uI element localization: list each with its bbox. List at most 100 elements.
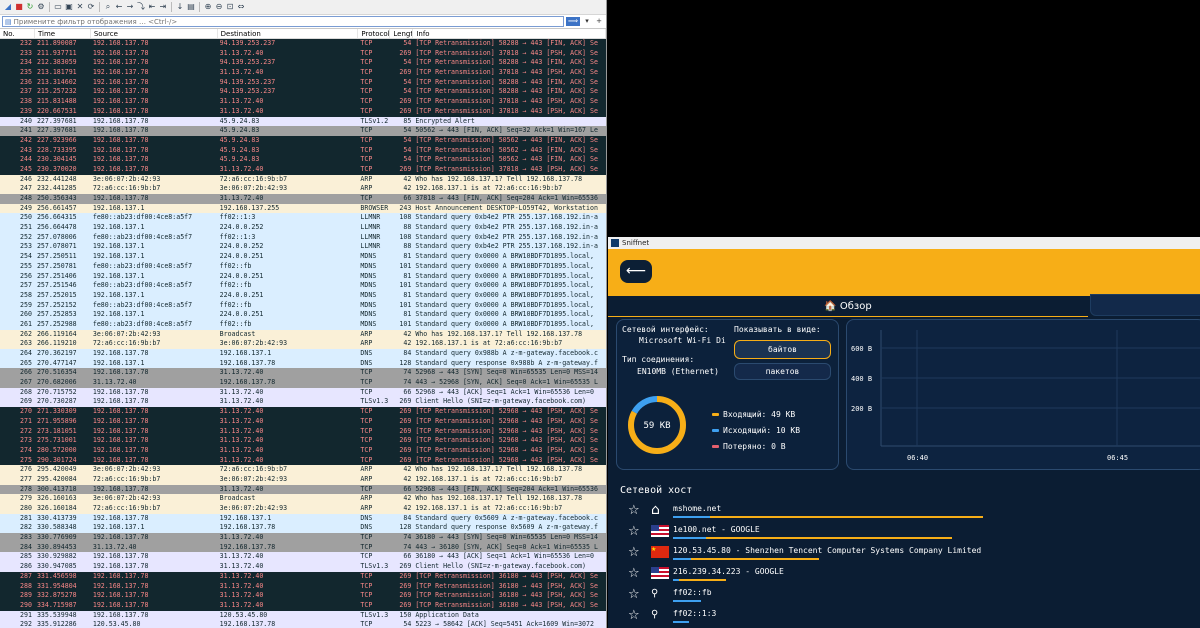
favorite-star-icon[interactable]: ☆	[628, 566, 640, 581]
stop-icon[interactable]: ■	[14, 2, 24, 12]
colorize-icon[interactable]: ▤	[186, 2, 196, 12]
zoom-in-icon[interactable]: ⊕	[203, 2, 213, 12]
packet-row[interactable]: 271 271.955896 192.168.137.78 31.13.72.40 TC…	[0, 416, 606, 427]
packet-row[interactable]: 274 280.572000 192.168.137.78 31.13.72.40 TC…	[0, 445, 606, 456]
packet-row[interactable]: 259 257.252152 fe80::ab23:df00:4ce8:a5f7 ff…	[0, 300, 606, 311]
packet-row[interactable]: 281 330.413739 192.168.137.78 192.168.137.1…	[0, 513, 606, 524]
display-filter-input[interactable]	[13, 17, 563, 26]
packet-row[interactable]: 258 257.252015 192.168.137.1 224.0.0.251 MDN…	[0, 290, 606, 301]
open-folder-icon[interactable]: ▭	[53, 2, 63, 12]
tab-overview[interactable]: 🏠 Обзор	[608, 296, 1088, 317]
packet-row[interactable]: 266 270.516354 192.168.137.78 31.13.72.40 TC…	[0, 368, 606, 379]
packet-row[interactable]: 253 257.078071 192.168.137.1 224.0.0.252 LLM…	[0, 242, 606, 253]
restart-icon[interactable]: ↻	[25, 2, 35, 12]
packet-row[interactable]: 241 227.397681 192.168.137.78 45.9.24.83 TCP…	[0, 126, 606, 136]
packet-row[interactable]: 280 326.160184 72:a6:cc:16:9b:b7 3e:06:07:2…	[0, 504, 606, 514]
packet-row[interactable]: 238 215.831488 192.168.137.78 31.13.72.40 TC…	[0, 97, 606, 107]
packet-row[interactable]: 287 331.456598 192.168.137.78 31.13.72.40 TC…	[0, 571, 606, 582]
favorite-star-icon[interactable]: ☆	[628, 545, 640, 560]
packet-row[interactable]: 240 227.397681 192.168.137.78 45.9.24.83 TLS…	[0, 116, 606, 127]
packet-row[interactable]: 288 331.954804 192.168.137.78 31.13.72.40 TC…	[0, 581, 606, 592]
host-row[interactable]: ☆ 216.239.34.223 - GOOGLE	[628, 564, 1198, 584]
packet-row[interactable]: 270 271.330309 192.168.137.78 31.13.72.40 TC…	[0, 407, 606, 417]
host-row[interactable]: ☆ ⚲ ff02::1:3	[628, 606, 1198, 626]
packet-row[interactable]: 268 270.715752 192.168.137.78 31.13.72.40 TC…	[0, 387, 606, 398]
find-icon[interactable]: ⌕	[103, 2, 113, 12]
save-icon[interactable]: ▣	[64, 2, 74, 12]
column-header-protocol[interactable]: Protocol	[358, 29, 391, 38]
packet-row[interactable]: 276 295.420049 3e:06:07:2b:42:93 72:a6:cc:1…	[0, 465, 606, 475]
apply-filter-button[interactable]: ⟹	[566, 17, 580, 26]
packet-row[interactable]: 239 220.667531 192.168.137.78 31.13.72.40 TC…	[0, 106, 606, 117]
shark-fin-start-icon[interactable]: ◢	[3, 2, 13, 12]
packet-row[interactable]: 247 232.441285 72:a6:cc:16:9b:b7 3e:06:07:2…	[0, 184, 606, 194]
packet-row[interactable]: 242 227.923966 192.168.137.78 45.9.24.83 TCP…	[0, 135, 606, 146]
packet-row[interactable]: 254 257.250511 192.168.137.1 224.0.0.251 MDN…	[0, 252, 606, 262]
column-header-destination[interactable]: Destination	[218, 29, 359, 38]
close-file-icon[interactable]: ✕	[75, 2, 85, 12]
packet-row[interactable]: 286 330.947085 192.168.137.78 31.13.72.40 TL…	[0, 562, 606, 572]
packet-row[interactable]: 265 270.477147 192.168.137.1 192.168.137.78…	[0, 358, 606, 369]
column-header-source[interactable]: Source	[91, 29, 218, 38]
packet-row[interactable]: 278 300.413718 192.168.137.78 31.13.72.40 TC…	[0, 484, 606, 495]
host-row[interactable]: ☆ ⌂ mshome.net	[628, 501, 1198, 521]
packet-row[interactable]: 282 330.588348 192.168.137.1 192.168.137.78…	[0, 523, 606, 534]
packet-row[interactable]: 236 213.314602 192.168.137.78 94.139.253.23…	[0, 77, 606, 88]
packet-row[interactable]: 235 213.181791 192.168.137.78 31.13.72.40 TC…	[0, 68, 606, 78]
packet-row[interactable]: 244 230.304145 192.168.137.78 45.9.24.83 TCP…	[0, 155, 606, 165]
packet-row[interactable]: 261 257.252988 fe80::ab23:df00:4ce8:a5f7 ff…	[0, 319, 606, 330]
favorite-star-icon[interactable]: ☆	[628, 503, 640, 518]
display-filter-field[interactable]: ▤	[2, 16, 564, 27]
back-icon[interactable]: ←	[114, 2, 124, 12]
packet-row[interactable]: 232 211.890087 192.168.137.78 94.139.253.23…	[0, 39, 606, 49]
packet-row[interactable]: 279 326.160163 3e:06:07:2b:42:93 Broadcast A…	[0, 494, 606, 504]
packet-row[interactable]: 256 257.251406 192.168.137.1 224.0.0.251 MDN…	[0, 271, 606, 282]
column-header-time[interactable]: Time	[35, 29, 91, 38]
autoscroll-icon[interactable]: ↓	[175, 2, 185, 12]
back-button[interactable]: ⟵	[620, 260, 652, 283]
tab-secondary[interactable]	[1090, 294, 1200, 316]
packet-row[interactable]: 291 335.539948 192.168.137.78 120.53.45.80 T…	[0, 610, 606, 621]
column-header-length[interactable]: Lengtl	[390, 29, 414, 38]
show-packets-button[interactable]: пакетов	[734, 363, 831, 380]
packet-row[interactable]: 250 256.664315 fe80::ab23:df00:4ce8:a5f7 ff…	[0, 213, 606, 224]
bookmark-icon[interactable]: ▤	[5, 18, 12, 26]
packet-row[interactable]: 252 257.078006 fe80::ab23:df00:4ce8:a5f7 ff…	[0, 232, 606, 243]
filter-history-dropdown[interactable]: ▾	[582, 17, 592, 26]
packet-row[interactable]: 264 270.362197 192.168.137.78 192.168.137.1…	[0, 349, 606, 359]
go-to-packet-icon[interactable]: ⤵	[136, 2, 146, 12]
packet-row[interactable]: 277 295.420084 72:a6:cc:16:9b:b7 3e:06:07:2…	[0, 474, 606, 485]
packet-row[interactable]: 255 257.250781 fe80::ab23:df00:4ce8:a5f7 ff…	[0, 261, 606, 272]
packet-row[interactable]: 272 273.181051 192.168.137.78 31.13.72.40 TC…	[0, 426, 606, 437]
packet-row[interactable]: 269 270.730287 192.168.137.78 31.13.72.40 TL…	[0, 397, 606, 408]
column-header-no[interactable]: No.	[0, 29, 35, 38]
packet-row[interactable]: 267 270.682006 31.13.72.40 192.168.137.78 TC…	[0, 378, 606, 388]
packet-row[interactable]: 263 266.119210 72:a6:cc:16:9b:b7 3e:06:07:2…	[0, 339, 606, 349]
packet-row[interactable]: 257 257.251546 fe80::ab23:df00:4ce8:a5f7 ff…	[0, 281, 606, 291]
normal-size-icon[interactable]: ⊡	[225, 2, 235, 12]
packet-row[interactable]: 292 335.912286 120.53.45.80 192.168.137.78 T…	[0, 620, 606, 628]
zoom-out-icon[interactable]: ⊖	[214, 2, 224, 12]
favorite-star-icon[interactable]: ☆	[628, 608, 640, 623]
packet-row[interactable]: 290 334.715987 192.168.137.78 31.13.72.40 TC…	[0, 600, 606, 611]
column-header-info[interactable]: Info	[413, 29, 606, 38]
packet-row[interactable]: 243 228.733395 192.168.137.78 45.9.24.83 TCP…	[0, 145, 606, 156]
packet-row[interactable]: 273 275.731001 192.168.137.78 31.13.72.40 TC…	[0, 436, 606, 446]
reload-icon[interactable]: ⟳	[86, 2, 96, 12]
add-filter-button[interactable]: +	[594, 17, 604, 26]
packet-row[interactable]: 285 330.929882 192.168.137.78 31.13.72.40 TC…	[0, 552, 606, 563]
packet-row[interactable]: 283 330.776909 192.168.137.78 31.13.72.40 TC…	[0, 533, 606, 543]
resize-columns-icon[interactable]: ⇔	[236, 2, 246, 12]
first-packet-icon[interactable]: ⇤	[147, 2, 157, 12]
host-row[interactable]: ☆ 1e100.net - GOOGLE	[628, 522, 1198, 542]
host-row[interactable]: ☆ ⚲ ff02::fb	[628, 585, 1198, 605]
packet-row[interactable]: 237 215.257232 192.168.137.78 94.139.253.23…	[0, 87, 606, 98]
packet-row[interactable]: 284 330.894453 31.13.72.40 192.168.137.78 TC…	[0, 542, 606, 553]
packet-row[interactable]: 289 332.875278 192.168.137.78 31.13.72.40 TC…	[0, 591, 606, 601]
packet-row[interactable]: 275 290.301724 192.168.137.78 31.13.72.40 TC…	[0, 455, 606, 466]
packet-row[interactable]: 248 250.356343 192.168.137.78 31.13.72.40 TC…	[0, 194, 606, 204]
options-gear-icon[interactable]: ⚙	[36, 2, 46, 12]
show-bytes-button[interactable]: байтов	[734, 340, 831, 359]
favorite-star-icon[interactable]: ☆	[628, 587, 640, 602]
forward-icon[interactable]: →	[125, 2, 135, 12]
